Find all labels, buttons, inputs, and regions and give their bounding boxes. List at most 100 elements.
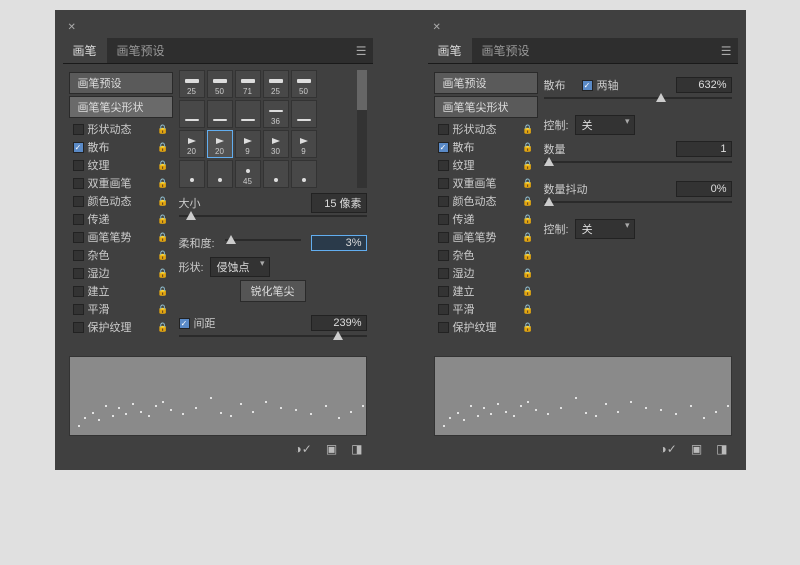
lock-icon[interactable]: 🔒 — [157, 304, 168, 315]
shape-dropdown[interactable]: 侵蚀点 — [210, 257, 270, 277]
sidebar-checkbox[interactable] — [438, 304, 449, 315]
lock-icon[interactable]: 🔒 — [522, 268, 533, 279]
spacing-checkbox[interactable]: ✓ — [179, 318, 190, 329]
sidebar-item[interactable]: 传递🔒 — [69, 210, 173, 228]
brush-tip[interactable]: 50 — [207, 70, 233, 98]
sidebar-checkbox[interactable]: ✓ — [438, 142, 449, 153]
count-jitter-slider[interactable] — [544, 198, 732, 212]
brush-tip[interactable]: 30 — [263, 130, 289, 158]
sidebar-checkbox[interactable] — [73, 268, 84, 279]
spacing-slider[interactable] — [179, 332, 367, 346]
sidebar-item[interactable]: 颜色动态🔒 — [69, 192, 173, 210]
sidebar-item[interactable]: 建立🔒 — [69, 282, 173, 300]
extra-icon[interactable]: ◨ — [351, 442, 362, 456]
sidebar-checkbox[interactable] — [73, 178, 84, 189]
sidebar-checkbox[interactable] — [438, 214, 449, 225]
lock-icon[interactable]: 🔒 — [157, 196, 168, 207]
brush-presets-button[interactable]: 画笔预设 — [69, 72, 173, 94]
brush-tip[interactable] — [179, 100, 205, 128]
sidebar-item[interactable]: 湿边🔒 — [69, 264, 173, 282]
brush-tip[interactable]: 20 — [179, 130, 205, 158]
sidebar-checkbox[interactable] — [73, 160, 84, 171]
lock-icon[interactable]: 🔒 — [157, 178, 168, 189]
brush-tip[interactable] — [291, 160, 317, 188]
sidebar-item[interactable]: 杂色🔒 — [69, 246, 173, 264]
control-dropdown[interactable]: 关 — [575, 115, 635, 135]
brush-grid[interactable]: 2550712550362020930945 — [179, 70, 367, 188]
lock-icon[interactable]: 🔒 — [157, 232, 168, 243]
toggle-preview-icon[interactable]: ◑✓ — [660, 442, 677, 456]
hardness-slider[interactable] — [225, 236, 301, 250]
sidebar-checkbox[interactable]: ✓ — [73, 142, 84, 153]
lock-icon[interactable]: 🔒 — [522, 322, 533, 333]
sidebar-item[interactable]: 保护纹理🔒 — [434, 318, 538, 336]
sidebar-item[interactable]: 纹理🔒 — [434, 156, 538, 174]
lock-icon[interactable]: 🔒 — [157, 214, 168, 225]
lock-icon[interactable]: 🔒 — [522, 232, 533, 243]
sidebar-checkbox[interactable] — [73, 286, 84, 297]
brush-tip-shape-button[interactable]: 画笔笔尖形状 — [434, 96, 538, 118]
brush-tip[interactable]: 9 — [291, 130, 317, 158]
brush-tip[interactable]: 50 — [291, 70, 317, 98]
sidebar-checkbox[interactable] — [73, 250, 84, 261]
sidebar-item[interactable]: 画笔笔势🔒 — [69, 228, 173, 246]
sidebar-item[interactable]: 双重画笔🔒 — [69, 174, 173, 192]
lock-icon[interactable]: 🔒 — [522, 178, 533, 189]
count-slider[interactable] — [544, 158, 732, 172]
sidebar-checkbox[interactable] — [438, 322, 449, 333]
lock-icon[interactable]: 🔒 — [522, 160, 533, 171]
extra-icon[interactable]: ◨ — [716, 442, 727, 456]
brush-tip-shape-button[interactable]: 画笔笔尖形状 — [69, 96, 173, 118]
count-jitter-input[interactable]: 0% — [676, 181, 732, 197]
tab-presets[interactable]: 画笔预设 — [107, 38, 175, 63]
new-brush-icon[interactable]: ▣ — [691, 442, 702, 456]
brush-tip[interactable]: 25 — [179, 70, 205, 98]
sharpen-tip-button[interactable]: 锐化笔尖 — [240, 280, 306, 302]
lock-icon[interactable]: 🔒 — [157, 142, 168, 153]
sidebar-item[interactable]: 纹理🔒 — [69, 156, 173, 174]
tab-brush[interactable]: 画笔 — [63, 38, 107, 63]
sidebar-checkbox[interactable] — [73, 304, 84, 315]
lock-icon[interactable]: 🔒 — [522, 142, 533, 153]
brush-tip[interactable]: 25 — [263, 70, 289, 98]
lock-icon[interactable]: 🔒 — [522, 304, 533, 315]
size-slider[interactable] — [179, 212, 367, 226]
close-icon[interactable]: ✕ — [433, 22, 445, 34]
both-axes-checkbox[interactable]: ✓ — [582, 80, 593, 91]
scatter-input[interactable]: 632% — [676, 77, 732, 93]
tab-brush[interactable]: 画笔 — [428, 38, 472, 63]
brush-tip[interactable]: 9 — [235, 130, 261, 158]
scatter-slider[interactable] — [544, 94, 732, 108]
sidebar-checkbox[interactable] — [438, 232, 449, 243]
sidebar-checkbox[interactable] — [73, 124, 84, 135]
lock-icon[interactable]: 🔒 — [157, 160, 168, 171]
brush-presets-button[interactable]: 画笔预设 — [434, 72, 538, 94]
sidebar-checkbox[interactable] — [438, 160, 449, 171]
lock-icon[interactable]: 🔒 — [522, 286, 533, 297]
sidebar-item[interactable]: 杂色🔒 — [434, 246, 538, 264]
lock-icon[interactable]: 🔒 — [522, 124, 533, 135]
sidebar-item[interactable]: ✓散布🔒 — [69, 138, 173, 156]
sidebar-checkbox[interactable] — [73, 232, 84, 243]
sidebar-item[interactable]: 颜色动态🔒 — [434, 192, 538, 210]
brush-tip[interactable] — [207, 100, 233, 128]
sidebar-checkbox[interactable] — [73, 322, 84, 333]
sidebar-item[interactable]: 湿边🔒 — [434, 264, 538, 282]
spacing-input[interactable]: 239% — [311, 315, 367, 331]
size-input[interactable]: 15 像素 — [311, 193, 367, 213]
sidebar-item[interactable]: 传递🔒 — [434, 210, 538, 228]
sidebar-item[interactable]: 平滑🔒 — [69, 300, 173, 318]
control2-dropdown[interactable]: 关 — [575, 219, 635, 239]
lock-icon[interactable]: 🔒 — [157, 322, 168, 333]
sidebar-item[interactable]: 形状动态🔒 — [434, 120, 538, 138]
lock-icon[interactable]: 🔒 — [522, 196, 533, 207]
sidebar-checkbox[interactable] — [438, 124, 449, 135]
sidebar-item[interactable]: 形状动态🔒 — [69, 120, 173, 138]
sidebar-checkbox[interactable] — [73, 196, 84, 207]
brush-tip[interactable] — [235, 100, 261, 128]
new-brush-icon[interactable]: ▣ — [326, 442, 337, 456]
brush-tip[interactable]: 71 — [235, 70, 261, 98]
sidebar-item[interactable]: 平滑🔒 — [434, 300, 538, 318]
tab-presets[interactable]: 画笔预设 — [472, 38, 540, 63]
brush-tip[interactable] — [263, 160, 289, 188]
